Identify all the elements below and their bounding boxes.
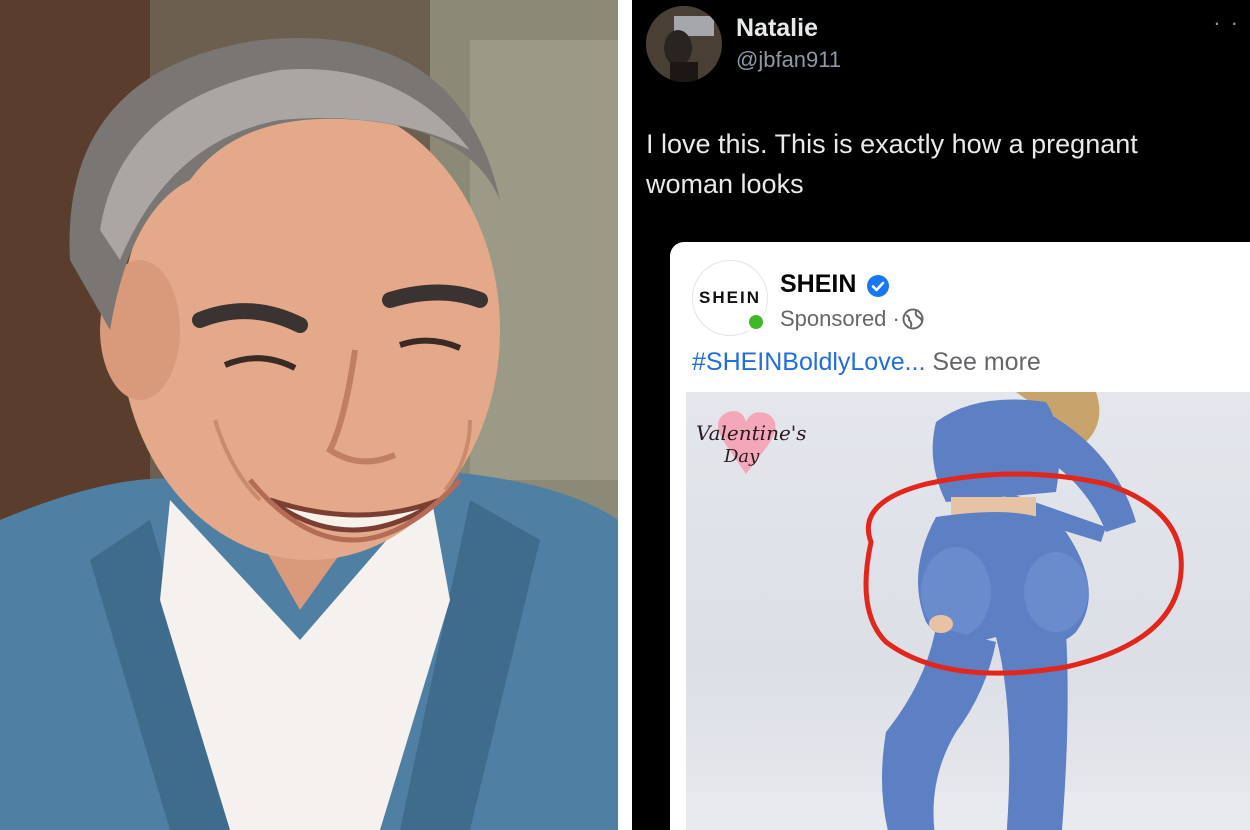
ellipsis-icon[interactable]: · · [1213, 10, 1240, 36]
ad-caption: #SHEINBoldlyLove... See more [692, 348, 1041, 377]
photo-smiling-man [0, 0, 618, 830]
avatar-image [646, 6, 722, 82]
panel-divider [618, 0, 632, 830]
sticker-text-line1: Valentine's [696, 421, 807, 445]
tweet-panel: Natalie @jbfan911 · · I love this. This … [632, 0, 1250, 830]
sponsored-label: Sponsored · [780, 306, 900, 331]
tweet-text: I love this. This is exactly how a pregn… [646, 129, 1138, 199]
globe-icon [902, 308, 924, 330]
author-handle[interactable]: @jbfan911 [736, 47, 841, 73]
author-avatar[interactable] [646, 6, 722, 82]
hashtag-link[interactable]: #SHEINBoldlyLove... [692, 348, 925, 376]
online-status-dot [746, 312, 766, 332]
photo-illustration [0, 0, 618, 830]
brand-name[interactable]: SHEIN [780, 270, 856, 299]
see-more-link[interactable]: See more [932, 348, 1040, 376]
sticker-text-line2: Day [723, 446, 760, 467]
author-name[interactable]: Natalie [736, 14, 818, 43]
embedded-ad-card[interactable]: SHEIN SHEIN Sponsored · #SHEINBoldlyLove… [670, 242, 1250, 830]
product-photo: Valentine's Day [686, 392, 1250, 830]
ad-product-image[interactable]: Valentine's Day [686, 392, 1250, 830]
verified-badge-icon [867, 275, 889, 297]
